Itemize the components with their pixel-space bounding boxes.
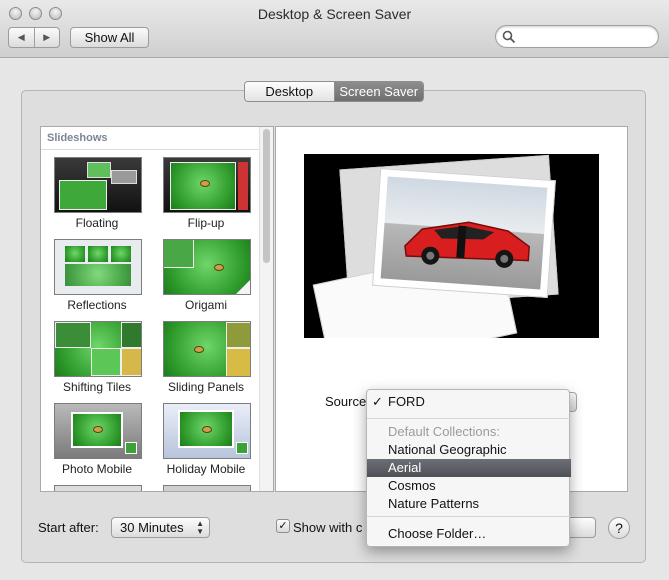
show-all-button[interactable]: Show All — [70, 27, 149, 48]
slideshow-list[interactable]: Slideshows Floating Flip-up Reflections … — [40, 126, 274, 492]
origami-thumbnail[interactable] — [163, 239, 251, 295]
menu-item-national-geographic[interactable]: National Geographic — [367, 441, 571, 459]
back-forward-buttons: ◀ ▶ — [8, 27, 60, 48]
more-thumbnail[interactable] — [54, 485, 142, 491]
slideshow-label: Floating — [75, 216, 119, 230]
title-bar: Desktop & Screen Saver ◀ ▶ Show All — [0, 0, 669, 58]
bee-icon — [93, 426, 103, 433]
up-down-arrows-icon: ▲ ▼ — [196, 519, 204, 536]
menu-separator — [367, 516, 571, 517]
slideshow-label: Origami — [184, 298, 227, 312]
source-label: Source — [325, 394, 367, 409]
menu-item-aerial[interactable]: Aerial — [367, 459, 571, 477]
bee-icon — [194, 346, 204, 353]
flip-up-thumbnail[interactable] — [163, 157, 251, 213]
window-title: Desktop & Screen Saver — [257, 6, 412, 22]
header-divider — [41, 149, 261, 150]
floating-thumbnail[interactable] — [54, 157, 142, 213]
bee-icon — [214, 264, 224, 271]
more-thumbnail[interactable] — [163, 485, 251, 491]
scrollbar-thumb[interactable] — [263, 129, 270, 263]
start-after-label: Start after: — [38, 520, 99, 535]
forward-arrow-icon[interactable]: ▶ — [35, 28, 60, 47]
show-with-label: Show with c — [293, 520, 363, 535]
slideshows-header: Slideshows — [47, 132, 108, 144]
tab-switcher: Desktop Screen Saver — [244, 81, 424, 102]
slideshow-label: Photo Mobile — [61, 462, 133, 476]
menu-group-header: Default Collections: — [388, 424, 500, 439]
slideshow-label: Reflections — [67, 298, 127, 312]
menu-item-cosmos[interactable]: Cosmos — [367, 477, 571, 495]
car-icon — [404, 221, 530, 268]
menu-item-choose-folder[interactable]: Choose Folder… — [367, 525, 571, 543]
photo-mobile-thumbnail[interactable] — [54, 403, 142, 459]
menu-separator — [367, 418, 571, 419]
slideshow-label: Holiday Mobile — [166, 462, 246, 476]
help-button[interactable]: ? — [608, 517, 630, 539]
preview-photo-car — [372, 168, 556, 298]
slideshow-label: Sliding Panels — [167, 380, 245, 394]
shifting-tiles-thumbnail[interactable] — [54, 321, 142, 377]
bee-icon — [200, 180, 210, 187]
source-dropdown-menu[interactable]: ✓ FORD Default Collections: National Geo… — [366, 389, 571, 547]
start-after-popup[interactable]: 30 Minutes ▲ ▼ — [111, 517, 210, 538]
search-field[interactable] — [495, 25, 659, 48]
bee-icon — [202, 426, 212, 433]
back-arrow-icon[interactable]: ◀ — [9, 28, 35, 47]
list-scrollbar[interactable] — [259, 127, 273, 491]
sliding-panels-thumbnail[interactable] — [163, 321, 251, 377]
menu-item-current[interactable]: ✓ FORD — [367, 393, 571, 411]
checkmark-icon: ✓ — [372, 394, 383, 409]
search-icon — [502, 30, 516, 44]
show-with-clock-checkbox[interactable]: ✓ — [276, 519, 290, 533]
tab-desktop[interactable]: Desktop — [245, 82, 335, 101]
menu-item-nature-patterns[interactable]: Nature Patterns — [367, 495, 571, 513]
tab-screen-saver[interactable]: Screen Saver — [334, 82, 423, 101]
slideshow-label: Flip-up — [187, 216, 225, 230]
slideshow-label: Shifting Tiles — [62, 380, 132, 394]
screen-saver-preview — [304, 154, 599, 338]
reflections-thumbnail[interactable] — [54, 239, 142, 295]
holiday-mobile-thumbnail[interactable] — [163, 403, 251, 459]
